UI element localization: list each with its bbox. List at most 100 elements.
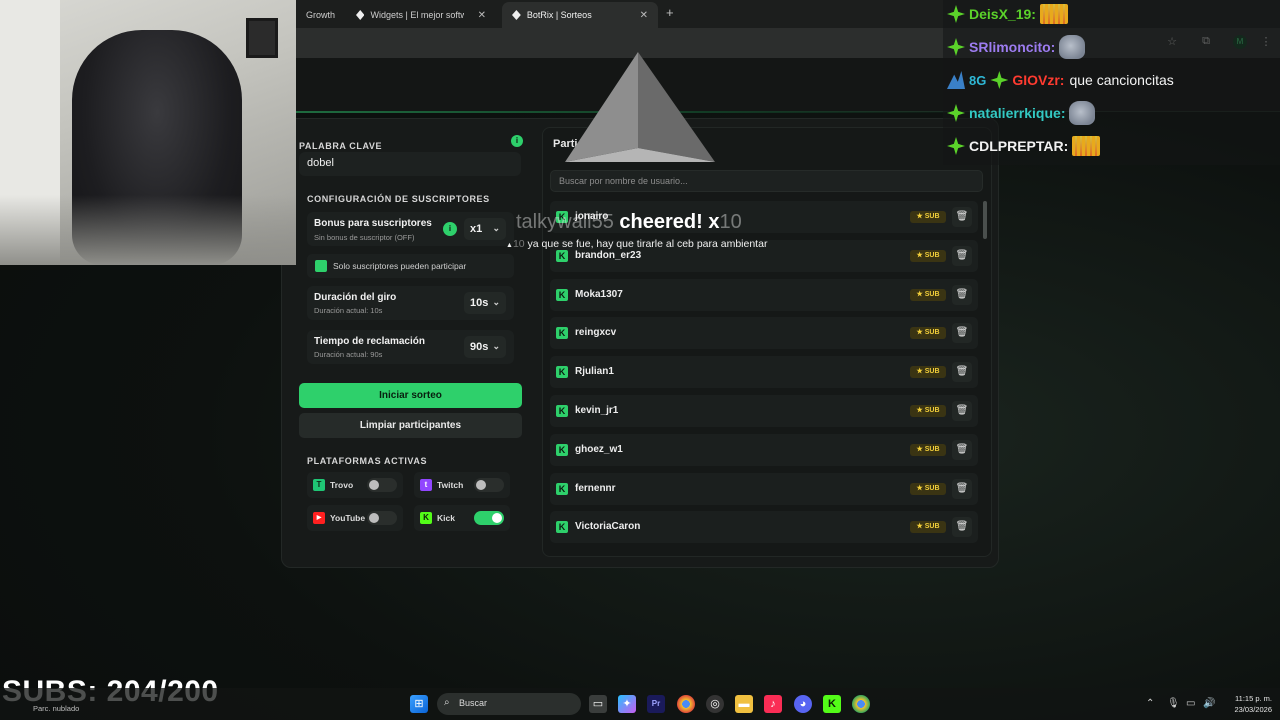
microphone-icon[interactable]: 🎙	[1167, 698, 1180, 709]
claim-title: Tiempo de reclamación	[314, 336, 425, 347]
tab-growth[interactable]: Growth	[296, 2, 346, 28]
tab-botrix-sorteos[interactable]: BotRix | Sorteos ✕	[502, 2, 658, 28]
taskbar-search[interactable]: ⌕ Buscar	[437, 693, 581, 715]
keyword-input[interactable]: dobel	[299, 152, 521, 176]
sub-badge: ★ SUB	[910, 404, 946, 417]
claim-select-value: 90s	[470, 341, 489, 353]
participant-username: reingxcv	[575, 327, 617, 339]
twitch-toggle[interactable]	[474, 478, 504, 492]
only-subs-label: Solo suscriptores pueden participar	[333, 261, 467, 271]
delete-participant-icon[interactable]: 🗑	[952, 284, 972, 305]
close-icon[interactable]: ✕	[478, 10, 486, 21]
sub-badge: ★ SUB	[910, 443, 946, 456]
chat-message: natalierrkique:	[947, 99, 1096, 127]
task-view-icon[interactable]: ▭	[589, 695, 607, 713]
chat-username: CDLPREPTAR:	[969, 138, 1069, 154]
taskbar-search-label: Buscar	[459, 698, 488, 708]
close-icon[interactable]: ✕	[640, 10, 648, 21]
keyword-title: PALABRA CLAVE	[299, 141, 383, 151]
bonus-select[interactable]: x1 ⌄	[464, 218, 506, 240]
kick-toggle[interactable]	[474, 511, 504, 525]
kick-icon: K	[556, 288, 568, 301]
chrome-icon[interactable]	[677, 695, 695, 713]
chat-username: GIOVzr:	[1012, 72, 1065, 88]
clear-participants-button[interactable]: Limpiar participantes	[299, 413, 522, 438]
bonus-subtitle: Sin bonus de suscriptor (OFF)	[314, 233, 415, 242]
claim-time-select[interactable]: 90s ⌄	[464, 336, 506, 358]
windows-start-icon[interactable]: ⊞	[410, 695, 428, 713]
participant-row: Kkevin_jr1 ★ SUB 🗑	[550, 394, 978, 427]
bonus-select-value: x1	[470, 223, 483, 235]
platform-name: Twitch	[437, 480, 464, 490]
bonus-info-icon[interactable]: i	[443, 222, 457, 236]
sub-badge: ★ SUB	[910, 482, 946, 495]
only-subs-checkbox-row[interactable]: Solo suscriptores pueden participar	[307, 254, 514, 278]
participant-list: Kjonairo ★ SUB 🗑 Kbrandon_er23 ★ SUB 🗑 K Moka13…	[550, 201, 978, 550]
music-app-icon[interactable]: ♪	[764, 695, 782, 713]
delete-participant-icon[interactable]: 🗑	[952, 478, 972, 499]
premiere-pro-icon[interactable]: Pr	[647, 695, 665, 713]
keyword-header: PALABRA CLAVE i	[299, 135, 523, 151]
participant-username: fernennr	[575, 482, 616, 494]
participants-panel: Partici Buscar por nombre de usuario... …	[542, 127, 992, 557]
search-icon: ⌕	[444, 697, 450, 708]
app-notification-icon[interactable]: ◎	[706, 695, 724, 713]
delete-participant-icon[interactable]: 🗑	[952, 517, 972, 538]
pig-emote-icon	[1069, 101, 1096, 125]
cheer-bits-icon: ▲	[506, 242, 513, 249]
new-tab-button[interactable]: +	[666, 5, 674, 20]
chrome-profile-icon[interactable]	[852, 695, 870, 713]
network-icon[interactable]: ▭	[1186, 698, 1195, 709]
spin-subtitle: Duración actual: 10s	[314, 306, 383, 315]
chat-overlay: DeisX_19: SRlimoncito: 8G GIOVzr: que cancio…	[943, 0, 1280, 165]
delete-participant-icon[interactable]: 🗑	[952, 439, 972, 460]
only-subs-checkbox[interactable]	[315, 260, 327, 272]
participant-row: Kreingxcv ★ SUB 🗑	[550, 317, 978, 350]
pyramid-left-face	[565, 52, 638, 162]
participant-row: Kfernennr ★ SUB 🗑	[550, 472, 978, 505]
copilot-icon[interactable]: ✦	[618, 695, 636, 713]
pig-emote-icon	[1059, 35, 1086, 59]
scrollbar[interactable]	[983, 201, 987, 239]
info-icon[interactable]: i	[511, 135, 523, 147]
platform-twitch: t Twitch	[414, 472, 510, 498]
taskbar	[0, 688, 1280, 720]
file-explorer-icon[interactable]: ▬	[735, 695, 753, 713]
delete-participant-icon[interactable]: 🗑	[952, 323, 972, 344]
gem-badge-icon	[947, 104, 965, 122]
start-giveaway-button[interactable]: Iniciar sorteo	[299, 383, 522, 408]
participant-search-input[interactable]: Buscar por nombre de usuario...	[550, 170, 983, 192]
spin-duration-select[interactable]: 10s ⌄	[464, 292, 506, 314]
kick-icon: K	[556, 404, 568, 417]
cheer-line-amount: 10	[512, 238, 525, 250]
delete-participant-icon[interactable]: 🗑	[952, 207, 972, 227]
clock[interactable]: 11:15 p. m. 23/03/2026	[1224, 693, 1272, 715]
sub-badge: ★ SUB	[910, 366, 946, 379]
participant-row: K Rjulian1 ★ SUB 🗑	[550, 356, 978, 389]
delete-participant-icon[interactable]: 🗑	[952, 245, 972, 266]
gem-badge-icon	[947, 137, 965, 155]
participant-row: K VictoriaCaron ★ SUB 🗑	[550, 511, 978, 544]
delete-participant-icon[interactable]: 🗑	[952, 400, 972, 421]
tab-widgets[interactable]: Widgets | El mejor software pa ✕	[346, 2, 496, 28]
discord-icon[interactable]: ◕	[794, 695, 812, 713]
webcam-wall-frame	[246, 18, 278, 58]
delete-participant-icon[interactable]: 🗑	[952, 362, 972, 383]
tray-chevron-up-icon[interactable]: ⌃	[1146, 698, 1154, 709]
platform-name: Kick	[437, 513, 455, 523]
kick-icon: K	[556, 249, 568, 262]
twitch-icon: t	[420, 479, 432, 491]
participant-username: VictoriaCaron	[575, 521, 641, 533]
weather-label[interactable]: Parc. nublado	[33, 704, 79, 713]
youtube-icon: ▶	[313, 512, 325, 524]
toggle-knob	[492, 513, 502, 523]
volume-icon[interactable]: 🔊	[1203, 698, 1215, 709]
kick-app-icon[interactable]: K	[823, 695, 841, 713]
chat-username: natalierrkique:	[969, 105, 1066, 121]
botrix-favicon-icon	[512, 10, 521, 20]
platform-name: YouTube	[330, 513, 366, 523]
youtube-toggle[interactable]	[367, 511, 397, 525]
trovo-toggle[interactable]	[367, 478, 397, 492]
chat-username: DeisX_19:	[969, 6, 1036, 22]
widgets-favicon-icon	[356, 10, 365, 20]
